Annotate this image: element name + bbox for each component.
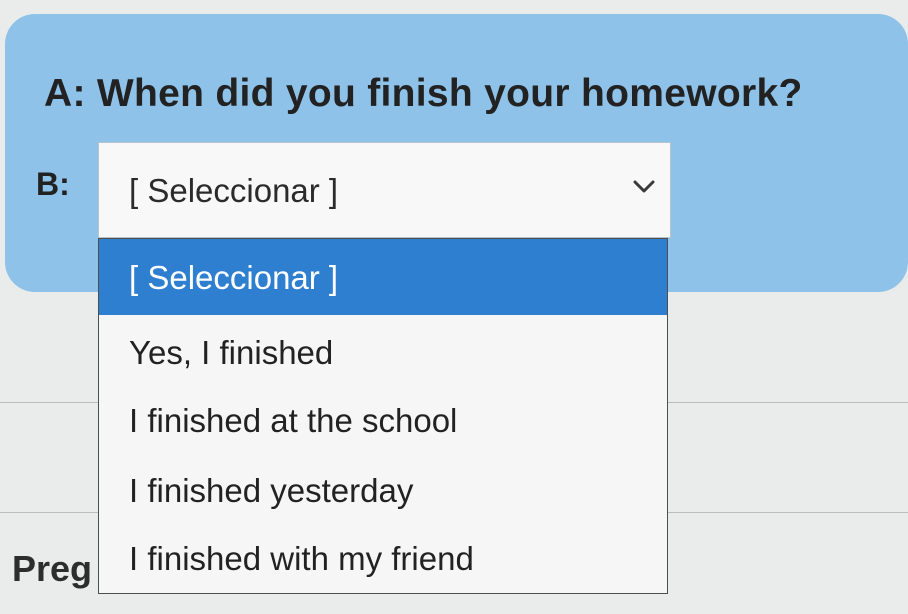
option-label: I finished yesterday	[129, 472, 414, 509]
dropdown-option-finished-with-friend[interactable]: I finished with my friend	[99, 523, 667, 595]
question-text: A: When did you finish your homework?	[44, 72, 803, 115]
dropdown-option-yes-i-finished[interactable]: Yes, I finished	[99, 317, 667, 389]
dropdown-option-finished-at-school[interactable]: I finished at the school	[99, 385, 667, 457]
select-value: [ Seleccionar ]	[129, 172, 339, 209]
option-label: Yes, I finished	[129, 334, 334, 371]
chevron-down-icon	[633, 180, 655, 193]
option-label: I finished at the school	[129, 402, 458, 439]
answer-label: B:	[36, 166, 70, 202]
option-label: [ Seleccionar ]	[129, 259, 339, 296]
option-label: I finished with my friend	[129, 540, 474, 577]
dropdown-list: [ Seleccionar ] Yes, I finished I finish…	[98, 238, 668, 594]
dropdown-option-finished-yesterday[interactable]: I finished yesterday	[99, 455, 667, 527]
dropdown-option-seleccionar[interactable]: [ Seleccionar ]	[99, 239, 667, 315]
answer-select[interactable]: [ Seleccionar ]	[98, 142, 671, 238]
next-question-label: Preg	[12, 548, 93, 589]
